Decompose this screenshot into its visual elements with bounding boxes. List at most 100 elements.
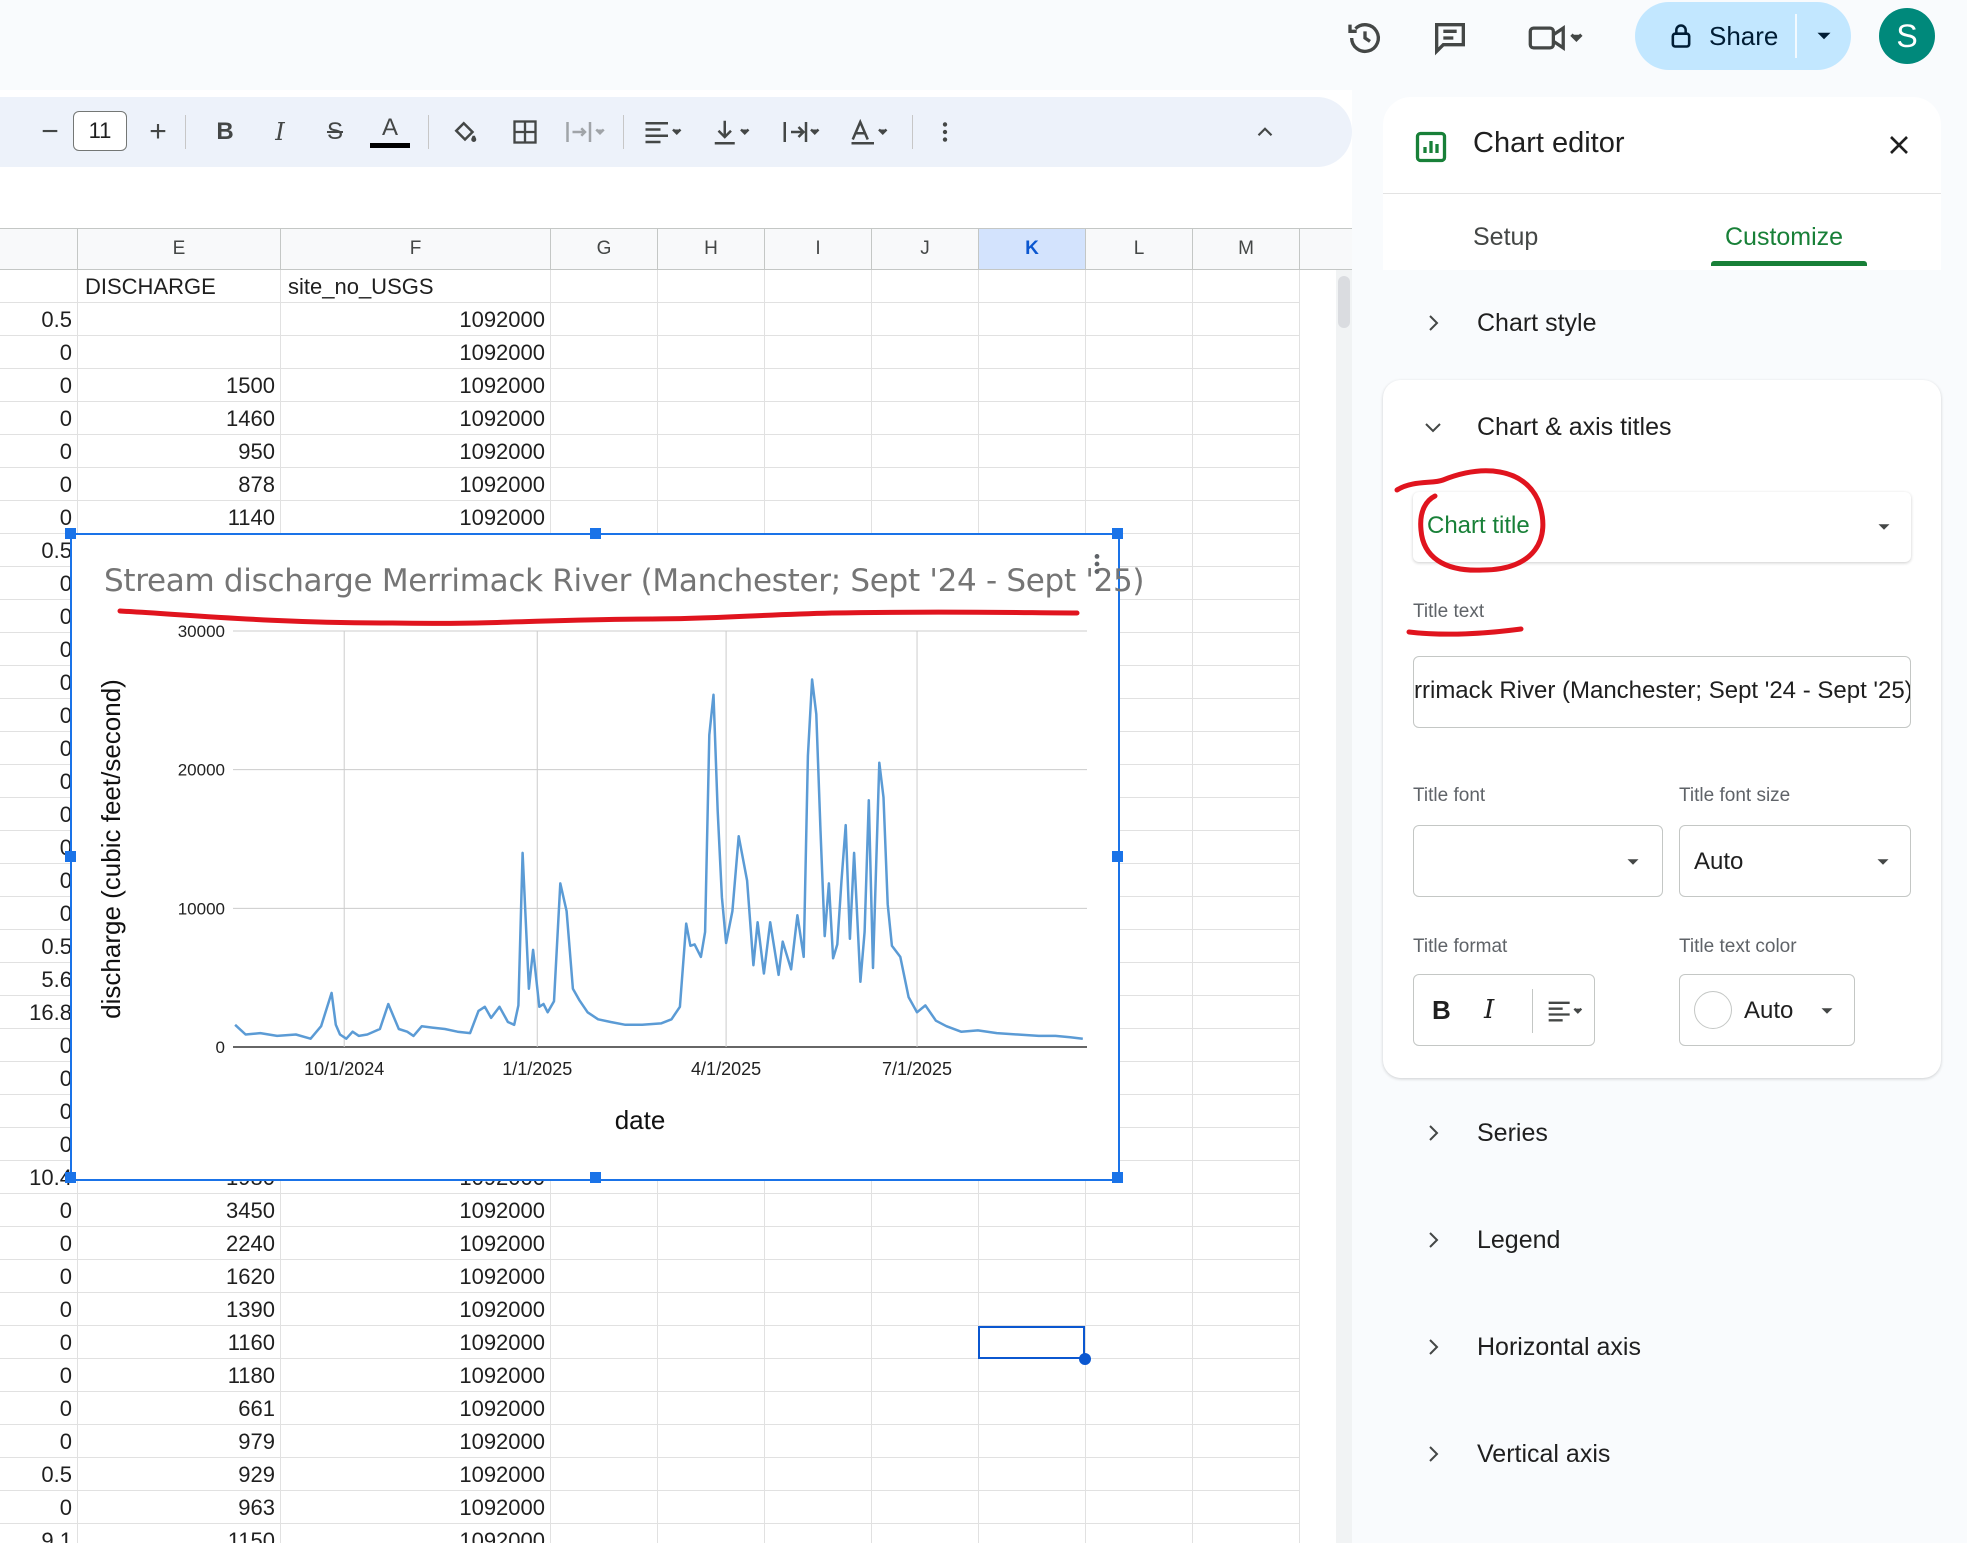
- cell-f[interactable]: 1092000: [281, 336, 551, 369]
- cell-m[interactable]: [1193, 930, 1300, 963]
- cell-h[interactable]: [658, 468, 765, 501]
- cell-f[interactable]: 1092000: [281, 435, 551, 468]
- cell-i[interactable]: [765, 402, 872, 435]
- cell-d[interactable]: 0: [0, 1095, 78, 1128]
- cell-l[interactable]: [1086, 1326, 1193, 1359]
- vertical-scrollbar[interactable]: [1336, 270, 1352, 1543]
- cell-g[interactable]: [551, 1392, 658, 1425]
- cell-d[interactable]: 0: [0, 336, 78, 369]
- embedded-chart[interactable]: 0 10000 20000 30000 10/1/2024 1/1/2025 4/1/202…: [65, 528, 1145, 1183]
- cell-j[interactable]: [872, 336, 979, 369]
- cell-k[interactable]: [979, 501, 1086, 534]
- cell-d[interactable]: 0: [0, 1326, 78, 1359]
- cell-d[interactable]: 9.1: [0, 1524, 78, 1543]
- cell-d[interactable]: 0: [0, 1491, 78, 1524]
- cell-j[interactable]: [872, 369, 979, 402]
- cell-k[interactable]: [979, 303, 1086, 336]
- cell-l[interactable]: [1086, 1194, 1193, 1227]
- cell-i[interactable]: [765, 435, 872, 468]
- cell-f[interactable]: 1092000: [281, 1260, 551, 1293]
- cell-l[interactable]: [1086, 1491, 1193, 1524]
- cell-m[interactable]: [1193, 831, 1300, 864]
- cell-h[interactable]: [658, 1260, 765, 1293]
- cell-m[interactable]: [1193, 765, 1300, 798]
- cell-l[interactable]: [1086, 270, 1193, 303]
- comments-icon[interactable]: [1425, 13, 1475, 63]
- cell-i[interactable]: [765, 1194, 872, 1227]
- decrease-font-size-button[interactable]: −: [32, 97, 68, 167]
- cell-f[interactable]: 1092000: [281, 1524, 551, 1543]
- cell-k[interactable]: [979, 1194, 1086, 1227]
- cell-j[interactable]: [872, 1260, 979, 1293]
- cell-m[interactable]: [1193, 501, 1300, 534]
- cell-e[interactable]: 1460: [78, 402, 281, 435]
- cell-i[interactable]: [765, 1260, 872, 1293]
- cell-j[interactable]: [872, 1326, 979, 1359]
- cell-k[interactable]: [979, 1260, 1086, 1293]
- resize-handle[interactable]: [1112, 528, 1123, 539]
- cell-h[interactable]: [658, 1392, 765, 1425]
- column-header-i[interactable]: I: [765, 229, 872, 269]
- section-series[interactable]: Series: [1383, 1098, 1941, 1168]
- chart-title[interactable]: Stream discharge Merrimack River (Manche…: [104, 563, 1145, 599]
- cell-m[interactable]: [1193, 402, 1300, 435]
- cell-h[interactable]: [658, 1425, 765, 1458]
- cell-g[interactable]: [551, 1458, 658, 1491]
- column-header-j[interactable]: J: [872, 229, 979, 269]
- cell-k[interactable]: [979, 1458, 1086, 1491]
- text-wrapping-button[interactable]: [768, 97, 834, 167]
- cell-k[interactable]: [979, 1359, 1086, 1392]
- cell-h[interactable]: [658, 435, 765, 468]
- title-font-dropdown[interactable]: [1413, 825, 1663, 897]
- cell-e[interactable]: 2240: [78, 1227, 281, 1260]
- tab-setup[interactable]: Setup: [1473, 223, 1538, 252]
- cell-m[interactable]: [1193, 666, 1300, 699]
- cell-d[interactable]: 0: [0, 1062, 78, 1095]
- cell-m[interactable]: [1193, 369, 1300, 402]
- cell-j[interactable]: [872, 270, 979, 303]
- borders-button[interactable]: [495, 97, 555, 167]
- cell-e[interactable]: 661: [78, 1392, 281, 1425]
- cell-i[interactable]: [765, 468, 872, 501]
- cell-m[interactable]: [1193, 567, 1300, 600]
- more-options-icon[interactable]: [920, 97, 970, 167]
- italic-toggle[interactable]: I: [1484, 995, 1494, 1025]
- cell-l[interactable]: [1086, 1425, 1193, 1458]
- cell-g[interactable]: [551, 1326, 658, 1359]
- cell-i[interactable]: [765, 303, 872, 336]
- cell-d[interactable]: 0: [0, 732, 78, 765]
- cell-h[interactable]: [658, 402, 765, 435]
- cell-m[interactable]: [1193, 1194, 1300, 1227]
- cell-m[interactable]: [1193, 435, 1300, 468]
- cell-e[interactable]: 1620: [78, 1260, 281, 1293]
- cell-e[interactable]: 1140: [78, 501, 281, 534]
- cell-i[interactable]: [765, 270, 872, 303]
- cell-d[interactable]: 5.6: [0, 963, 78, 996]
- cell-j[interactable]: [872, 468, 979, 501]
- cell-m[interactable]: [1193, 732, 1300, 765]
- cell-j[interactable]: [872, 1425, 979, 1458]
- cell-e[interactable]: [78, 336, 281, 369]
- cell-g[interactable]: [551, 1194, 658, 1227]
- cell-k[interactable]: [979, 270, 1086, 303]
- cell-k[interactable]: [979, 336, 1086, 369]
- cell-i[interactable]: [765, 1491, 872, 1524]
- cell-l[interactable]: [1086, 369, 1193, 402]
- cell-h[interactable]: [658, 270, 765, 303]
- cell-f[interactable]: 1092000: [281, 468, 551, 501]
- cell-l[interactable]: [1086, 1392, 1193, 1425]
- cell-l[interactable]: [1086, 402, 1193, 435]
- cell-d[interactable]: 0: [0, 1293, 78, 1326]
- cell-h[interactable]: [658, 1194, 765, 1227]
- column-header-k[interactable]: K: [979, 229, 1086, 269]
- cell-m[interactable]: [1193, 633, 1300, 666]
- cell-e[interactable]: 878: [78, 468, 281, 501]
- cell-m[interactable]: [1193, 864, 1300, 897]
- cell-d[interactable]: 0: [0, 666, 78, 699]
- cell-h[interactable]: [658, 303, 765, 336]
- cell-h[interactable]: [658, 1491, 765, 1524]
- version-history-icon[interactable]: [1340, 13, 1390, 63]
- cell-e[interactable]: 1160: [78, 1326, 281, 1359]
- avatar[interactable]: S: [1879, 8, 1935, 64]
- cell-m[interactable]: [1193, 1458, 1300, 1491]
